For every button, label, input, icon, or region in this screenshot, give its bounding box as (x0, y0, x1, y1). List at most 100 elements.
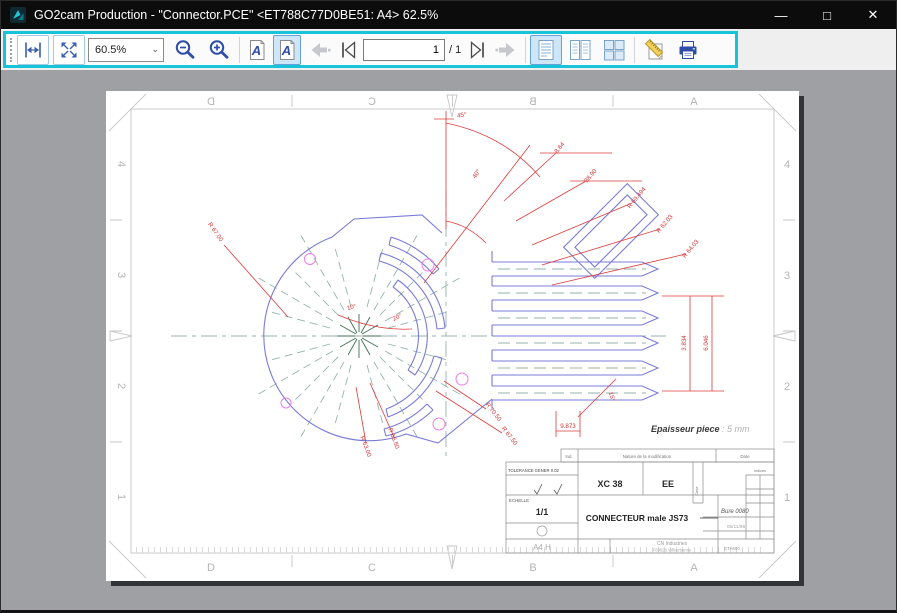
fit-width-icon (22, 39, 44, 61)
svg-text:R 67.00: R 67.00 (206, 221, 224, 243)
page-setup-ruler-icon (643, 38, 667, 62)
svg-text:3: 3 (784, 270, 790, 282)
first-page-button[interactable] (335, 35, 361, 65)
svg-text:38.90: 38.90 (583, 167, 599, 184)
preview-workspace: D C B A D C B A 4 3 2 1 4 3 2 1 (1, 70, 896, 610)
dimension-lines (224, 111, 724, 443)
two-page-view-button[interactable] (564, 35, 596, 65)
treatment-value: EE (662, 479, 674, 489)
svg-text:A: A (251, 43, 261, 58)
thickness-note: Epaisseur piece : 5 mm (651, 424, 750, 434)
svg-text:R 64.03: R 64.03 (681, 238, 701, 260)
app-icon (10, 7, 26, 23)
window-title: GO2cam Production - "Connector.PCE" <ET7… (34, 8, 438, 22)
back-arrow-icon (308, 38, 332, 62)
connector-outline (264, 184, 659, 443)
title-bar: GO2cam Production - "Connector.PCE" <ET7… (1, 1, 896, 29)
two-page-icon (568, 38, 592, 62)
page-setup-button[interactable] (639, 35, 671, 65)
nav-forward-button[interactable] (491, 35, 521, 65)
svg-text:C: C (368, 96, 376, 108)
minimize-button[interactable]: — (758, 1, 804, 29)
last-page-icon (466, 38, 490, 62)
four-page-view-button[interactable] (598, 35, 630, 65)
svg-text:Indices: Indices (754, 469, 766, 473)
bureau-ref: Bure 0080 (721, 509, 749, 515)
print-button[interactable] (671, 35, 705, 65)
svg-text:B: B (529, 96, 536, 108)
svg-text:3.834: 3.834 (681, 335, 688, 351)
zoom-in-button[interactable] (201, 35, 235, 65)
toolbar-row: 60.5% ⌄ A (1, 29, 896, 70)
scale-value: 1/1 (536, 507, 549, 517)
svg-text:Case: Case (695, 487, 699, 496)
svg-text:Ind.: Ind. (565, 454, 572, 459)
svg-text:A: A (690, 96, 698, 108)
material-value: XC 38 (597, 479, 622, 489)
page-a-active-icon: A (276, 38, 298, 62)
zoom-out-button[interactable] (167, 35, 201, 65)
company-name: CN Industries (657, 541, 688, 547)
close-button[interactable]: ✕ (850, 1, 896, 29)
zoom-level-select[interactable]: 60.5% ⌄ (88, 38, 164, 62)
doc-ref: ETA600 (724, 546, 740, 551)
drawing-sheet: D C B A D C B A 4 3 2 1 4 3 2 1 (106, 91, 799, 581)
toolbar-grip[interactable] (10, 38, 12, 62)
svg-text:B: B (529, 562, 536, 574)
svg-text:A: A (281, 43, 291, 58)
date-value: 05/11/96 (727, 524, 746, 530)
svg-text:D: D (207, 562, 215, 574)
fit-page-button[interactable] (53, 35, 85, 65)
svg-text:Date: Date (740, 454, 750, 459)
nav-back-button[interactable] (305, 35, 335, 65)
svg-text:45°: 45° (457, 111, 468, 119)
svg-text:A: A (690, 562, 698, 574)
svg-text:ECHELLE: ECHELLE (509, 498, 529, 503)
zone-labels: D C B A D C B A 4 3 2 1 4 3 2 1 (115, 96, 790, 574)
page-a-icon: A (246, 38, 268, 62)
svg-text:6.046: 6.046 (703, 335, 710, 351)
svg-text:10°: 10° (346, 303, 357, 312)
svg-text:R 62.03: R 62.03 (655, 213, 675, 235)
print-preview-toolbar: 60.5% ⌄ A (3, 31, 738, 68)
single-page-view-button[interactable] (530, 35, 562, 65)
title-block: Ind. Nature de la modification Date TOLE… (506, 449, 774, 553)
maximize-button[interactable]: □ (804, 1, 850, 29)
first-page-icon (336, 38, 360, 62)
last-page-button[interactable] (465, 35, 491, 65)
svg-text:20°: 20° (392, 312, 404, 323)
svg-text:1: 1 (784, 492, 790, 504)
svg-text:R 63.00: R 63.00 (358, 435, 372, 458)
fit-page-icon (58, 39, 80, 61)
chevron-down-icon: ⌄ (151, 44, 159, 55)
part-title: CONNECTEUR male JS73 (586, 513, 689, 523)
svg-text:D: D (207, 96, 215, 108)
page-text-active-button[interactable]: A (273, 35, 301, 65)
zoom-in-icon (207, 38, 230, 61)
angled-pin-block (564, 184, 659, 279)
svg-text:9.873: 9.873 (560, 423, 576, 430)
page-number-input[interactable] (363, 39, 445, 61)
svg-text:Nature de la modification: Nature de la modification (623, 454, 672, 459)
page-text-button[interactable]: A (244, 35, 270, 65)
zoom-level-value: 60.5% (95, 44, 126, 56)
svg-text:15°: 15° (607, 391, 616, 402)
svg-text:R 70.50: R 70.50 (484, 401, 503, 423)
page-total-label: / 1 (449, 44, 461, 56)
single-page-icon (534, 38, 558, 62)
svg-text:2: 2 (115, 383, 127, 389)
sheet-format: A4 H (533, 543, 551, 552)
svg-text:R 69.494: R 69.494 (626, 186, 648, 210)
drawing-canvas: D C B A D C B A 4 3 2 1 4 3 2 1 (106, 91, 799, 581)
four-page-icon (602, 38, 626, 62)
svg-text:1: 1 (115, 494, 127, 500)
svg-text:4: 4 (784, 159, 790, 171)
printer-icon (676, 38, 700, 62)
svg-text:C: C (368, 562, 376, 574)
forward-arrow-icon (494, 38, 518, 62)
zoom-out-icon (173, 38, 196, 61)
fit-width-button[interactable] (17, 35, 49, 65)
svg-text:40°: 40° (471, 168, 482, 180)
svg-text:2: 2 (784, 381, 790, 393)
svg-text:TOLERANCE GENER 0.02: TOLERANCE GENER 0.02 (508, 468, 560, 473)
